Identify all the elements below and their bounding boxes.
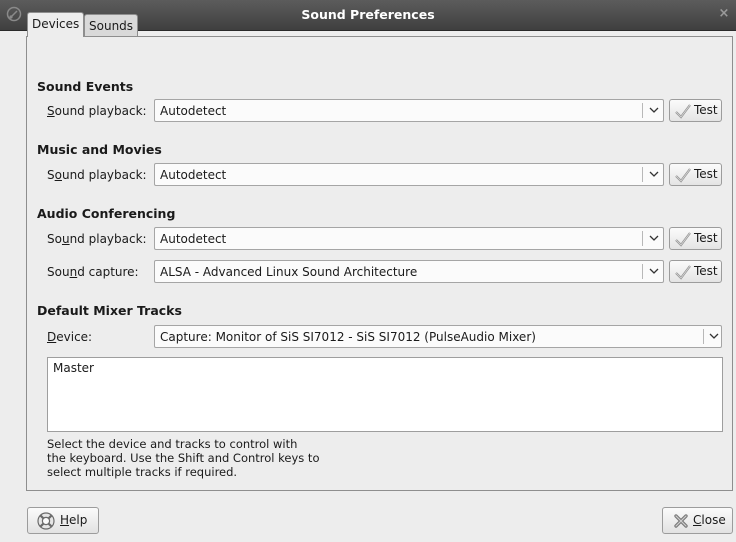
combo-separator (642, 103, 643, 118)
sound-events-playback-value: Autodetect (160, 104, 227, 118)
hint-line: the keyboard. Use the Shift and Control … (47, 451, 320, 465)
mixer-device-label: Device: (47, 330, 93, 344)
combo-separator (703, 329, 704, 344)
section-music-movies: Music and Movies (37, 142, 162, 157)
help-button-label: Help (60, 513, 88, 527)
sound-events-playback-label: Sound playback: (47, 104, 147, 118)
chevron-down-icon (649, 268, 659, 274)
window-close-icon[interactable]: × (716, 6, 732, 22)
audio-conf-capture-test-button[interactable]: Test (669, 260, 722, 283)
close-x-icon (674, 514, 688, 528)
section-default-mixer-tracks: Default Mixer Tracks (37, 303, 182, 318)
mixer-tracks-list[interactable]: Master (47, 357, 723, 432)
chevron-down-icon (649, 107, 659, 113)
checkmark-icon (675, 265, 691, 280)
chevron-down-icon (649, 171, 659, 177)
combo-separator (642, 231, 643, 246)
music-movies-playback-label: Sound playback: (47, 168, 147, 182)
music-movies-playback-select[interactable]: Autodetect (154, 163, 664, 186)
audio-conf-playback-test-button[interactable]: Test (669, 227, 722, 250)
test-button-label: Test (694, 264, 718, 278)
music-movies-playback-value: Autodetect (160, 168, 227, 182)
checkmark-icon (675, 104, 691, 119)
test-button-label: Test (694, 103, 718, 117)
chevron-down-icon (709, 333, 719, 339)
mixer-device-value: Capture: Monitor of SiS SI7012 - SiS SI7… (160, 330, 536, 344)
section-sound-events: Sound Events (37, 79, 134, 94)
test-button-label: Test (694, 167, 718, 181)
audio-conf-capture-value: ALSA - Advanced Linux Sound Architecture (160, 265, 418, 279)
mixer-device-select[interactable]: Capture: Monitor of SiS SI7012 - SiS SI7… (154, 325, 722, 348)
audio-conf-playback-label: Sound playback: (47, 232, 147, 246)
close-button-label: Close (693, 513, 726, 527)
sound-events-test-button[interactable]: Test (669, 99, 722, 122)
list-item[interactable]: Master (53, 361, 94, 375)
audio-conf-playback-value: Autodetect (160, 232, 227, 246)
tab-devices[interactable]: Devices (27, 12, 85, 37)
hint-line: select multiple tracks if required. (47, 465, 238, 479)
audio-conf-capture-label: Sound capture: (47, 265, 139, 279)
tab-sounds[interactable]: Sounds (84, 14, 139, 37)
close-button[interactable]: Close (662, 507, 733, 534)
lifebuoy-icon (37, 512, 55, 530)
music-movies-test-button[interactable]: Test (669, 163, 722, 186)
checkmark-icon (675, 168, 691, 183)
sound-events-playback-select[interactable]: Autodetect (154, 99, 664, 122)
help-button[interactable]: Help (27, 507, 99, 534)
combo-separator (642, 264, 643, 279)
test-button-label: Test (694, 231, 718, 245)
combo-separator (642, 167, 643, 182)
checkmark-icon (675, 232, 691, 247)
audio-conf-playback-select[interactable]: Autodetect (154, 227, 664, 250)
hint-line: Select the device and tracks to control … (47, 437, 298, 451)
section-audio-conferencing: Audio Conferencing (37, 206, 176, 221)
audio-conf-capture-select[interactable]: ALSA - Advanced Linux Sound Architecture (154, 260, 664, 283)
mixer-hint-text: Select the device and tracks to control … (47, 437, 347, 479)
chevron-down-icon (649, 235, 659, 241)
